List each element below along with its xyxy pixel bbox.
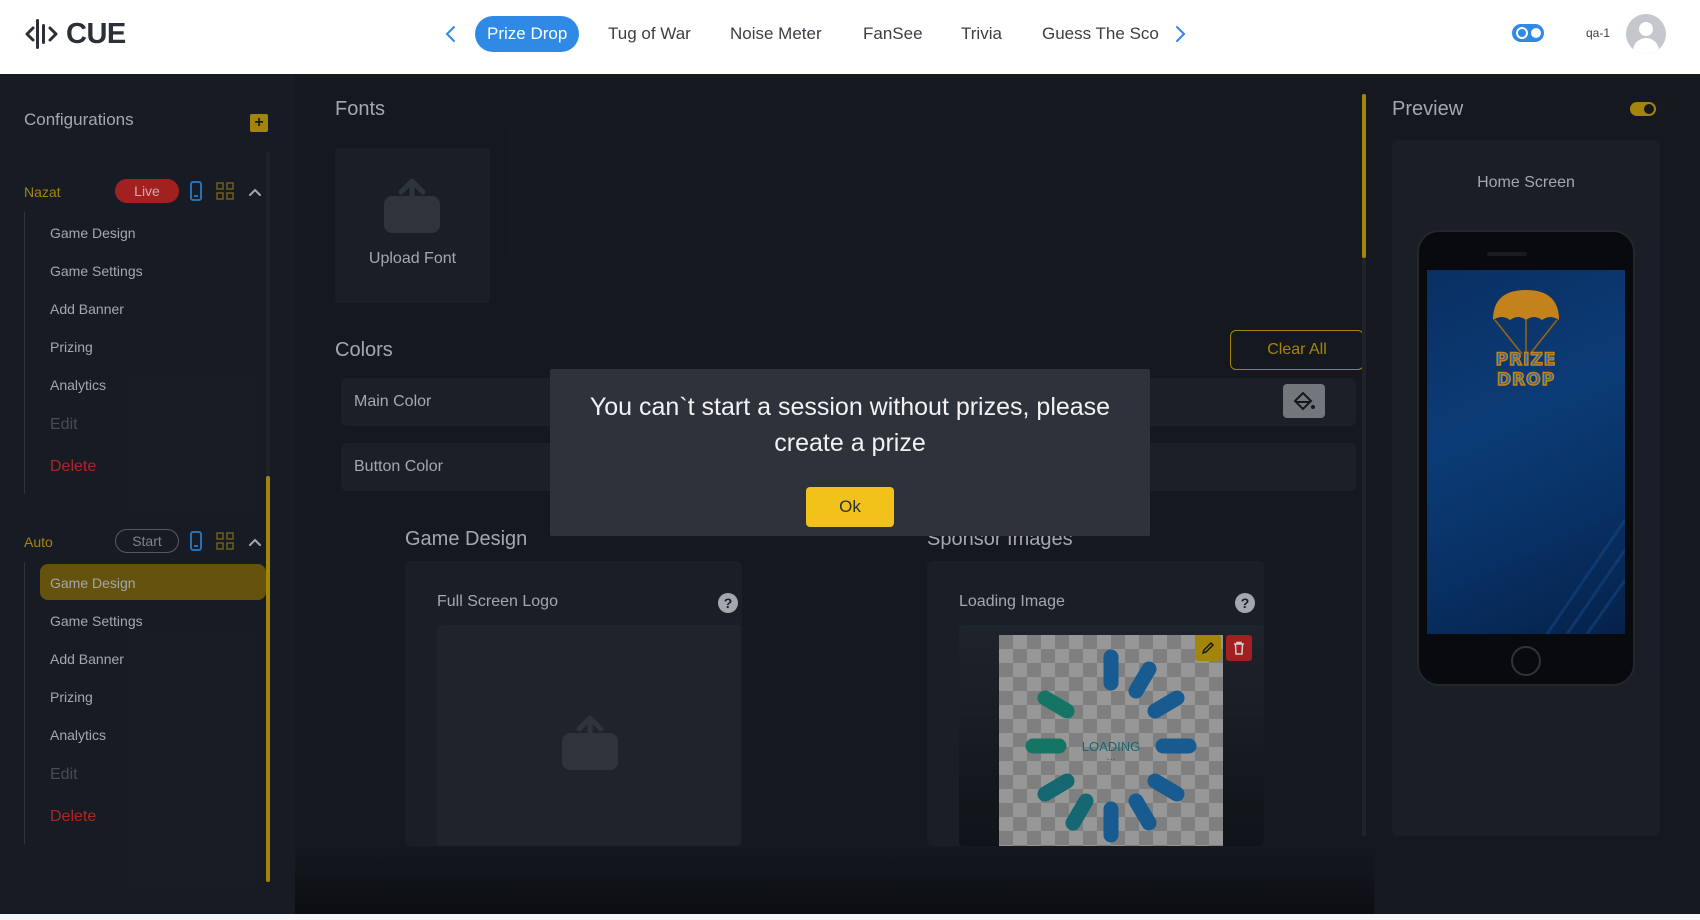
sun-icon (1516, 27, 1528, 39)
ok-button[interactable]: Ok (806, 487, 894, 527)
username: qa-1 (1586, 26, 1611, 40)
alert-message: You can`t start a session without prizes… (589, 393, 1111, 457)
nav-next-arrow[interactable] (1168, 20, 1194, 48)
tab-trivia[interactable]: Trivia (961, 16, 1002, 52)
tab-noise-meter[interactable]: Noise Meter (730, 16, 822, 52)
cue-logo-icon (25, 19, 58, 49)
user-icon (1639, 22, 1653, 36)
theme-toggle[interactable] (1512, 24, 1544, 42)
chevron-right-icon (1176, 26, 1186, 42)
avatar[interactable] (1626, 14, 1666, 54)
alert-dialog: You can`t start a session without prizes… (550, 369, 1150, 536)
chevron-left-icon (445, 26, 455, 42)
tab-guess-the-score[interactable]: Guess The Sco (1042, 16, 1160, 52)
app-logo[interactable]: CUE (24, 14, 126, 54)
top-bar: CUE Prize Drop Tug of War Noise Meter Fa… (0, 0, 1700, 74)
nav-prev-arrow[interactable] (437, 20, 463, 48)
tab-fansee[interactable]: FanSee (863, 16, 923, 52)
logo-text: CUE (66, 17, 126, 50)
tab-tug-of-war[interactable]: Tug of War (608, 16, 691, 52)
tab-prize-drop[interactable]: Prize Drop (475, 16, 580, 52)
toggle-knob (1531, 28, 1541, 38)
